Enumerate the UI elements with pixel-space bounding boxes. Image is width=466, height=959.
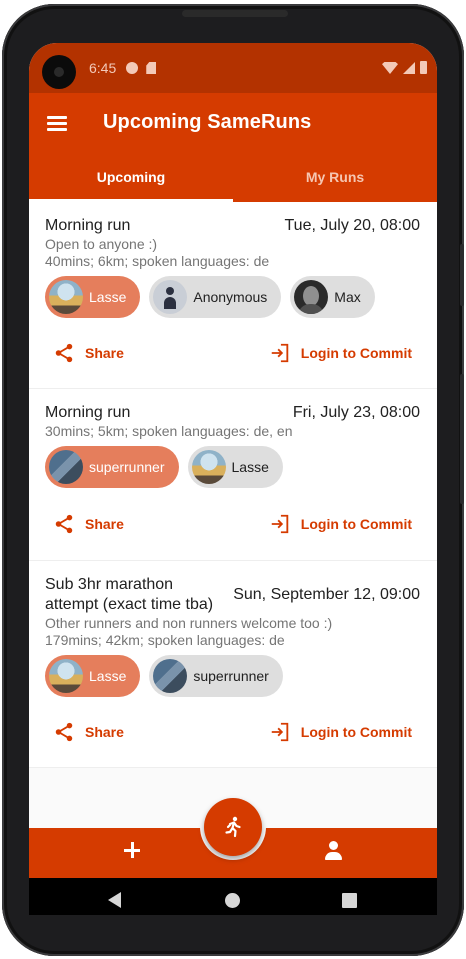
system-nav-bar: [29, 878, 437, 915]
run-card[interactable]: Morning run Fri, July 23, 08:00 30mins; …: [29, 389, 437, 561]
participant-chips: Lasse Anonymous Max: [45, 276, 420, 318]
avatar: [153, 659, 188, 693]
run-title: Morning run: [45, 217, 131, 234]
runs-list[interactable]: Morning run Tue, July 20, 08:00 Open to …: [29, 202, 437, 828]
run-details: 179mins; 42km; spoken languages: de: [45, 632, 285, 648]
participant-name: Anonymous: [193, 289, 268, 305]
run-header: Morning run Tue, July 20, 08:00: [45, 216, 420, 236]
run-description: Open to anyone :): [45, 236, 158, 252]
run-fab-button[interactable]: [204, 798, 262, 856]
login-icon: [271, 343, 289, 363]
share-icon: [55, 343, 73, 363]
run-actions: Share Login to Commit: [45, 318, 420, 388]
status-bar: 6:45: [29, 43, 437, 93]
person-icon[interactable]: [324, 841, 344, 861]
participant-chip[interactable]: Max: [290, 276, 375, 318]
home-icon[interactable]: [225, 893, 240, 908]
run-details: 40mins; 6km; spoken languages: de: [45, 253, 270, 269]
share-icon: [55, 722, 73, 742]
login-icon: [271, 722, 289, 742]
participant-chip[interactable]: superrunner: [45, 446, 179, 488]
run-actions: Share Login to Commit: [45, 488, 420, 560]
run-date: Tue, July 20, 08:00: [284, 217, 421, 234]
front-camera: [42, 55, 76, 89]
phone-frame: 6:45 Upcoming SameRuns Upcoming My Runs: [2, 4, 464, 956]
participant-name: Lasse: [89, 668, 127, 684]
avatar: [49, 450, 83, 484]
run-title: Morning run: [45, 404, 131, 421]
share-button[interactable]: Share: [53, 342, 124, 364]
runner-icon: [225, 816, 241, 838]
participant-chip[interactable]: Lasse: [45, 655, 141, 697]
run-date: Fri, July 23, 08:00: [292, 404, 420, 421]
share-label: Share: [85, 345, 124, 361]
tab-bar: Upcoming My Runs: [29, 152, 437, 202]
login-to-commit-button[interactable]: Login to Commit: [269, 342, 412, 364]
battery-icon: [420, 61, 427, 74]
commit-label: Login to Commit: [300, 516, 412, 532]
run-card[interactable]: Sub 3hr marathon attempt (exact time tba…: [29, 561, 437, 768]
commit-label: Login to Commit: [300, 345, 412, 361]
participant-chips: superrunner Lasse: [45, 446, 420, 488]
status-icons: [382, 61, 427, 74]
tab-my-runs[interactable]: My Runs: [233, 152, 437, 202]
volume-button: [460, 244, 464, 306]
signal-icon: [403, 62, 415, 74]
run-header: Sub 3hr marathon attempt (exact time tba…: [45, 575, 420, 615]
participant-name: superrunner: [89, 459, 165, 475]
login-to-commit-button[interactable]: Login to Commit: [269, 513, 412, 535]
run-card[interactable]: Morning run Tue, July 20, 08:00 Open to …: [29, 202, 437, 389]
participant-chip[interactable]: Anonymous: [149, 276, 282, 318]
participant-chip[interactable]: Lasse: [45, 276, 141, 318]
participant-name: Lasse: [231, 459, 269, 475]
share-label: Share: [85, 516, 124, 532]
participant-chip[interactable]: superrunner: [149, 655, 283, 697]
power-button: [460, 374, 464, 504]
status-time: 6:45: [89, 60, 117, 76]
share-button[interactable]: Share: [53, 513, 124, 535]
share-label: Share: [85, 724, 124, 740]
add-icon[interactable]: [122, 840, 142, 860]
login-to-commit-button[interactable]: Login to Commit: [269, 721, 412, 743]
participant-chip[interactable]: Lasse: [187, 446, 283, 488]
avatar: [153, 280, 188, 314]
speaker-grille: [182, 10, 288, 17]
wifi-icon: [382, 62, 398, 74]
page-title: Upcoming SameRuns: [103, 111, 312, 133]
share-icon: [55, 514, 73, 534]
run-header: Morning run Fri, July 23, 08:00: [45, 403, 420, 423]
participant-name: superrunner: [193, 668, 269, 684]
run-actions: Share Login to Commit: [45, 697, 420, 767]
recents-icon[interactable]: [342, 893, 357, 908]
run-details: 30mins; 5km; spoken languages: de, en: [45, 423, 293, 439]
avatar: [49, 280, 83, 314]
commit-label: Login to Commit: [300, 724, 412, 740]
sync-icon: [126, 62, 139, 74]
run-date: Sun, September 12, 09:00: [233, 586, 420, 603]
participant-chips: Lasse superrunner: [45, 655, 420, 697]
share-button[interactable]: Share: [53, 721, 124, 743]
sd-card-icon: [146, 62, 157, 74]
avatar: [294, 280, 329, 314]
menu-icon[interactable]: [47, 115, 69, 133]
run-title: Sub 3hr marathon attempt (exact time tba…: [45, 576, 214, 613]
participant-name: Max: [334, 289, 361, 305]
login-icon: [271, 514, 289, 534]
tab-upcoming[interactable]: Upcoming: [29, 152, 233, 202]
run-description: Other runners and non runners welcome to…: [45, 615, 333, 631]
avatar: [49, 659, 83, 693]
avatar: [191, 450, 226, 484]
back-icon[interactable]: [108, 892, 121, 908]
participant-name: Lasse: [89, 289, 127, 305]
screen: 6:45 Upcoming SameRuns Upcoming My Runs: [29, 43, 437, 915]
app-bar: Upcoming SameRuns Upcoming My Runs: [29, 93, 437, 202]
